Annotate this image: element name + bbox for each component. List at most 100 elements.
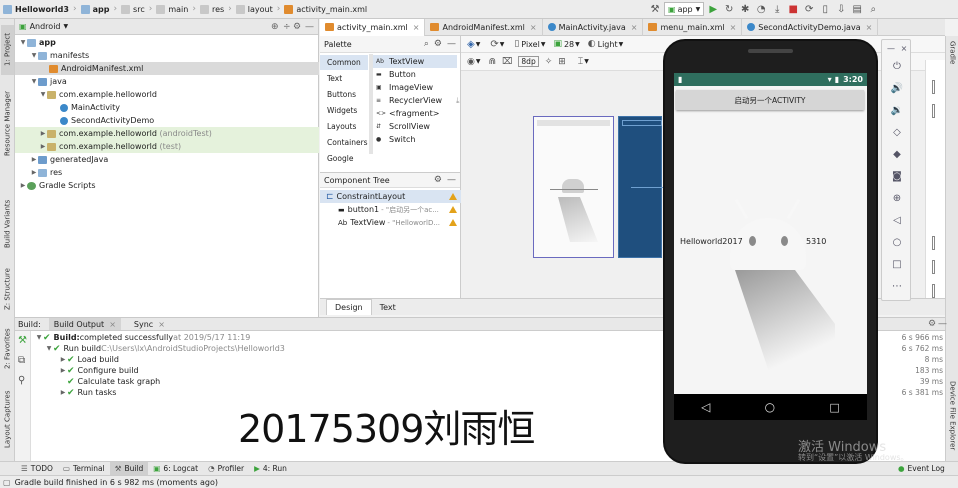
- tree-item-gradle-scripts[interactable]: ▶ Gradle Scripts: [15, 179, 96, 192]
- home-icon[interactable]: ○: [891, 236, 903, 248]
- close-icon[interactable]: ×: [109, 320, 116, 329]
- download-icon[interactable]: ⤓: [456, 96, 460, 106]
- infer-constraints-icon[interactable]: ✧: [545, 57, 553, 67]
- align-icon[interactable]: ⌶: [578, 57, 583, 67]
- palette-item-imageview[interactable]: ▣ ImageView: [376, 81, 433, 94]
- palette-item-button[interactable]: ▬ Button: [376, 68, 416, 81]
- tree-item-package-test[interactable]: ▶ com.example.helloworld (test): [15, 140, 319, 153]
- sync-icon[interactable]: ⟳: [802, 2, 816, 16]
- blueprint-preview[interactable]: [618, 116, 663, 258]
- tree-item-manifests[interactable]: ▼ manifests: [15, 49, 90, 62]
- tree-item-app[interactable]: ▼ app: [15, 36, 56, 49]
- run-config-select[interactable]: ▣ app ▼: [664, 2, 705, 16]
- project-view-select[interactable]: Android: [30, 22, 61, 31]
- palette-item-switch[interactable]: ● Switch: [376, 133, 415, 146]
- tree-item-secondactivitydemo[interactable]: SecondActivityDemo: [15, 114, 154, 127]
- back-icon[interactable]: ◁: [891, 214, 903, 226]
- hammer-icon[interactable]: ⚒: [18, 335, 27, 346]
- rotate-left-icon[interactable]: ◇: [891, 126, 903, 138]
- tool-event-log[interactable]: ● Event Log: [893, 462, 950, 476]
- warning-icon[interactable]: [449, 193, 457, 200]
- hide-icon[interactable]: —: [447, 175, 456, 185]
- volume-up-icon[interactable]: 🔊: [891, 82, 903, 94]
- attribute-field[interactable]: [932, 104, 935, 118]
- launch-activity-button[interactable]: 启动另一个ACTIVITY: [676, 90, 864, 110]
- tab-menu-main[interactable]: menu_main.xml ×: [643, 18, 743, 36]
- crumb-project[interactable]: Helloworld3: [0, 0, 72, 19]
- overview-icon[interactable]: □: [891, 258, 903, 270]
- more-icon[interactable]: ⋯: [891, 280, 903, 292]
- crumb-res[interactable]: res: [197, 0, 227, 19]
- palette-category-google[interactable]: Google: [320, 151, 368, 166]
- crumb-src[interactable]: src: [118, 0, 148, 19]
- crumb-app[interactable]: app: [78, 0, 113, 19]
- home-icon[interactable]: ○: [765, 400, 775, 414]
- magnet-icon[interactable]: ⋒: [488, 57, 496, 67]
- palette-category-buttons[interactable]: Buttons: [320, 87, 368, 102]
- tree-item-mainactivity[interactable]: MainActivity: [15, 101, 120, 114]
- tree-constraintlayout[interactable]: ⊏ ConstraintLayout: [320, 190, 461, 203]
- tree-item-androidmanifest[interactable]: AndroidManifest.xml: [15, 62, 319, 75]
- tool-tab-project[interactable]: 1: Project: [1, 25, 14, 75]
- run-icon[interactable]: ▶: [706, 2, 720, 16]
- search-icon[interactable]: ⌕: [424, 39, 429, 49]
- palette-item-fragment[interactable]: <> <fragment>: [376, 107, 439, 120]
- stop-icon[interactable]: ■: [786, 2, 800, 16]
- tab-text[interactable]: Text: [372, 299, 404, 315]
- tree-item-java[interactable]: ▼ java: [15, 75, 67, 88]
- tool-tab-build-variants[interactable]: Build Variants: [1, 194, 14, 254]
- crumb-file[interactable]: activity_main.xml: [281, 0, 370, 19]
- attribute-field[interactable]: [932, 284, 935, 298]
- tab-mainactivity[interactable]: MainActivity.java ×: [543, 18, 644, 36]
- tool-tab-layout-captures[interactable]: Layout Captures: [1, 389, 14, 449]
- palette-item-scrollview[interactable]: ⇵ ScrollView: [376, 120, 430, 133]
- theme-select[interactable]: Light: [598, 40, 618, 49]
- warning-icon[interactable]: [449, 206, 457, 213]
- attribute-field[interactable]: [932, 80, 935, 94]
- tool-profiler[interactable]: ◔ Profiler: [203, 462, 249, 476]
- palette-scrollbar[interactable]: [369, 54, 373, 154]
- avd-manager-icon[interactable]: ▯: [818, 2, 832, 16]
- camera-icon[interactable]: ◙: [891, 170, 903, 182]
- tool-tab-device-file-explorer[interactable]: Device File Explorer: [947, 376, 958, 456]
- rotate-right-icon[interactable]: ◆: [891, 148, 903, 160]
- layers-icon[interactable]: ◈: [467, 39, 475, 50]
- attribute-field[interactable]: [932, 260, 935, 274]
- structure-icon[interactable]: ▤: [850, 2, 864, 16]
- tree-item-generatedjava[interactable]: ▶ generatedJava: [15, 153, 109, 166]
- palette-category-text[interactable]: Text: [320, 71, 368, 86]
- palette-category-layouts[interactable]: Layouts: [320, 119, 368, 134]
- close-icon[interactable]: ×: [530, 23, 537, 32]
- attribute-field[interactable]: [932, 236, 935, 250]
- hammer-icon[interactable]: ⚒: [648, 2, 662, 16]
- search-icon[interactable]: ⌕: [866, 2, 880, 16]
- tree-item-package-main[interactable]: ▼ com.example.helloworld: [15, 88, 157, 101]
- crumb-layout[interactable]: layout: [233, 0, 276, 19]
- warning-icon[interactable]: [449, 219, 457, 226]
- profile-icon[interactable]: ◔: [754, 2, 768, 16]
- tool-run[interactable]: ▶ 4: Run: [249, 462, 292, 476]
- clear-constraints-icon[interactable]: ⌧: [502, 57, 512, 67]
- power-icon[interactable]: ⏻: [891, 60, 903, 72]
- tool-terminal[interactable]: ▭ Terminal: [58, 462, 110, 476]
- palette-item-recyclerview[interactable]: ≡ RecyclerView ⤓: [376, 94, 460, 107]
- hide-icon[interactable]: —: [938, 319, 947, 329]
- pin-icon[interactable]: ⚲: [18, 375, 25, 386]
- orientation-icon[interactable]: ⟳: [490, 39, 498, 50]
- apply-changes-icon[interactable]: ↻: [722, 2, 736, 16]
- attach-icon[interactable]: ⤓: [770, 2, 784, 16]
- pack-icon[interactable]: ⊞: [558, 57, 566, 67]
- design-preview[interactable]: [533, 116, 614, 258]
- close-icon[interactable]: ×: [866, 23, 873, 32]
- tool-build[interactable]: ⚒ Build: [109, 461, 149, 476]
- hide-icon[interactable]: —: [305, 22, 314, 32]
- sdk-manager-icon[interactable]: ⇩: [834, 2, 848, 16]
- collapse-icon[interactable]: ÷: [283, 22, 291, 32]
- tool-tab-gradle[interactable]: Gradle: [947, 38, 958, 68]
- hide-icon[interactable]: —: [447, 39, 456, 49]
- close-icon[interactable]: ×: [898, 42, 910, 54]
- palette-category-common[interactable]: Common: [320, 55, 368, 70]
- crumb-main[interactable]: main: [153, 0, 191, 19]
- palette-category-containers[interactable]: Containers: [320, 135, 368, 150]
- globe-icon[interactable]: ⊕: [271, 22, 279, 32]
